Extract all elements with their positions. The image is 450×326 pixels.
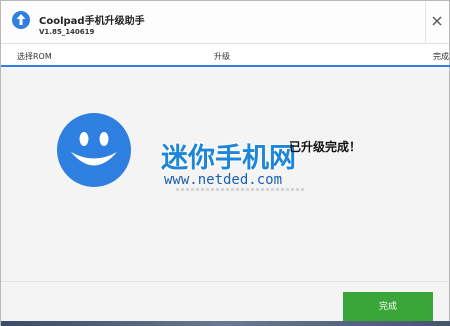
faint-text-line	[176, 188, 306, 191]
upgrade-assistant-window: Coolpad手机升级助手 V1.85_140619 选择ROM 升级 完成 迷…	[0, 0, 450, 326]
upload-arrow-icon	[12, 11, 30, 29]
finish-button[interactable]: 完成	[343, 292, 433, 322]
watermark-url: www.netded.com	[164, 172, 283, 188]
step-upgrade: 升级	[214, 52, 230, 61]
desktop-strip	[1, 321, 450, 326]
title-bar: Coolpad手机升级助手 V1.85_140619	[1, 1, 449, 44]
step-select-rom: 选择ROM	[17, 52, 52, 61]
status-message: 已升级完成！	[289, 140, 362, 154]
footer-bar: 完成	[1, 281, 449, 326]
step-indicator: 选择ROM 升级 完成	[1, 44, 449, 67]
smiley-face-icon	[57, 113, 131, 187]
watermark-text: 迷你手机网	[161, 143, 296, 174]
app-version: V1.85_140619	[39, 28, 95, 36]
step-complete: 完成	[433, 52, 449, 61]
close-icon	[432, 16, 442, 26]
step-progress-bar	[1, 65, 450, 67]
app-title: Coolpad手机升级助手	[39, 16, 145, 27]
close-button[interactable]	[424, 1, 449, 43]
main-content: 迷你手机网 已升级完成！ www.netded.com	[1, 68, 449, 281]
